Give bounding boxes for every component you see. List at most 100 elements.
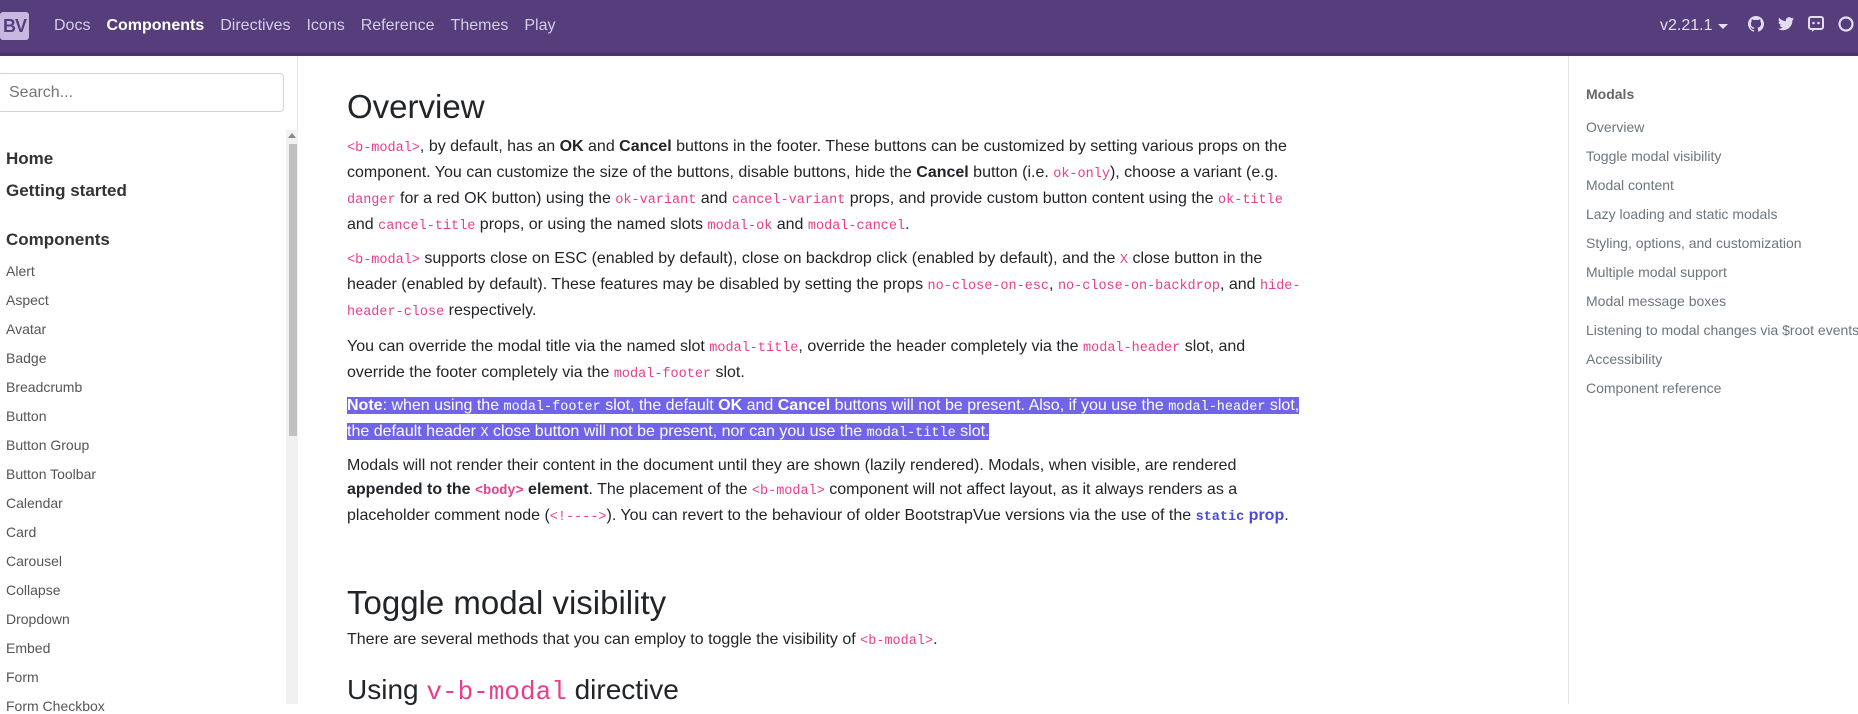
- text: and: [696, 190, 732, 207]
- text: .: [1284, 507, 1289, 524]
- sidebar-item-avatar[interactable]: Avatar: [6, 321, 46, 337]
- code-x: X: [480, 426, 489, 441]
- sidebar-section-components[interactable]: Components: [6, 230, 110, 250]
- top-navbar: BV Docs Components Directives Icons Refe…: [0, 0, 1858, 56]
- toc-item-overview[interactable]: Overview: [1586, 119, 1644, 135]
- search-input[interactable]: [0, 73, 284, 112]
- code-modal-title: modal-title: [866, 426, 956, 441]
- code-body: <body>: [475, 484, 524, 499]
- code-no-close-on-backdrop: no-close-on-backdrop: [1057, 279, 1220, 294]
- sidebar-item-form[interactable]: Form: [6, 669, 39, 685]
- sidebar-item-alert[interactable]: Alert: [6, 263, 35, 279]
- sidebar-item-aspect[interactable]: Aspect: [6, 292, 49, 308]
- toc-item-lazy-loading[interactable]: Lazy loading and static modals: [1586, 206, 1777, 222]
- text: , override the header completely via the: [798, 338, 1084, 355]
- version-toggle[interactable]: v2.21.1: [1660, 17, 1729, 35]
- code-modal-header: modal-header: [1168, 400, 1266, 415]
- discord-icon[interactable]: [1808, 16, 1824, 32]
- code-x: X: [1119, 253, 1128, 268]
- static-prop-link[interactable]: static prop: [1195, 507, 1285, 525]
- nav-link-docs[interactable]: Docs: [46, 17, 98, 35]
- text: .: [905, 216, 910, 233]
- nav-link-play[interactable]: Play: [516, 17, 563, 35]
- text: props, or using the named slots: [475, 216, 708, 233]
- nav-link-icons[interactable]: Icons: [298, 17, 352, 35]
- social-icons: [1748, 16, 1854, 32]
- text: respectively.: [444, 302, 537, 319]
- text: for a red OK button) using the: [395, 190, 616, 207]
- heading-toggle-visibility: Toggle modal visibility: [347, 584, 667, 621]
- paragraph-overview-buttons: <b-modal>, by default, has an OK and Can…: [347, 135, 1307, 239]
- toc-item-root-events[interactable]: Listening to modal changes via $root eve…: [1586, 322, 1858, 338]
- nav-link-themes[interactable]: Themes: [443, 17, 517, 35]
- text: slot, the default: [600, 397, 719, 414]
- toc-item-message-boxes[interactable]: Modal message boxes: [1586, 293, 1726, 309]
- nav-links: Docs Components Directives Icons Referen…: [46, 0, 563, 52]
- code-comment-node: <!---->: [549, 510, 607, 525]
- paragraph-toggle-methods: There are several methods that you can e…: [347, 628, 1307, 654]
- sidebar-link-home[interactable]: Home: [6, 149, 53, 169]
- left-sidebar: Home Getting started Components Alert As…: [0, 56, 298, 714]
- github-icon[interactable]: [1748, 16, 1764, 32]
- toc-item-styling[interactable]: Styling, options, and customization: [1586, 235, 1802, 251]
- sidebar-item-collapse[interactable]: Collapse: [6, 582, 60, 598]
- sidebar-item-calendar[interactable]: Calendar: [6, 495, 63, 511]
- sidebar-item-badge[interactable]: Badge: [6, 350, 46, 366]
- text: and: [772, 216, 808, 233]
- text: ), choose a variant (e.g.: [1109, 164, 1279, 181]
- code-b-modal: <b-modal>: [751, 484, 825, 499]
- bold-ok: OK: [559, 138, 584, 155]
- opencollective-icon[interactable]: [1838, 16, 1854, 32]
- sidebar-item-form-checkbox[interactable]: Form Checkbox: [6, 698, 105, 714]
- sidebar-item-breadcrumb[interactable]: Breadcrumb: [6, 379, 82, 395]
- code-static: static: [1195, 510, 1245, 525]
- code-modal-footer: modal-footer: [503, 400, 601, 415]
- code-modal-header: modal-header: [1083, 341, 1181, 356]
- sidebar-item-button-group[interactable]: Button Group: [6, 437, 89, 453]
- scroll-up-arrow-icon[interactable]: [288, 133, 296, 138]
- code-ok-only: ok-only: [1053, 167, 1110, 182]
- toc-item-component-reference[interactable]: Component reference: [1586, 380, 1721, 396]
- twitter-icon[interactable]: [1778, 17, 1794, 31]
- version-dropdown[interactable]: v2.21.1: [1660, 0, 1729, 52]
- toc-title: Modals: [1586, 86, 1635, 102]
- text: ,: [1049, 276, 1058, 293]
- text: buttons will not be present. Also, if yo…: [830, 397, 1169, 414]
- sidebar-scroll-thumb[interactable]: [289, 144, 297, 436]
- toc-item-multiple-modal[interactable]: Multiple modal support: [1586, 264, 1727, 280]
- text: Using: [347, 674, 427, 705]
- code-v-b-modal: v-b-modal: [426, 677, 567, 707]
- bootstrapvue-logo[interactable]: BV: [0, 12, 29, 40]
- paragraph-lazy-rendering: Modals will not render their content in …: [347, 454, 1307, 530]
- toc-item-modal-content[interactable]: Modal content: [1586, 177, 1674, 193]
- paragraph-note-selected: Note: when using the modal-footer slot, …: [347, 394, 1307, 446]
- text: close button will not be present, nor ca…: [488, 423, 867, 440]
- sidebar-item-carousel[interactable]: Carousel: [6, 553, 62, 569]
- text: Modals will not render their content in …: [347, 457, 1237, 474]
- nav-link-reference[interactable]: Reference: [353, 17, 443, 35]
- nav-link-components[interactable]: Components: [98, 17, 212, 35]
- text: and: [742, 397, 778, 414]
- nav-link-directives[interactable]: Directives: [212, 17, 298, 35]
- text: , and: [1219, 276, 1260, 293]
- sidebar-item-button[interactable]: Button: [6, 408, 46, 424]
- text: and: [583, 138, 620, 155]
- sidebar-item-embed[interactable]: Embed: [6, 640, 50, 656]
- paragraph-close-behaviour: <b-modal> supports close on ESC (enabled…: [347, 247, 1307, 325]
- code-modal-footer: modal-footer: [613, 367, 712, 382]
- selected-text: Note: when using the modal-footer slot, …: [347, 397, 1300, 441]
- toc-item-accessibility[interactable]: Accessibility: [1586, 351, 1662, 367]
- text: , by default, has an: [419, 138, 560, 155]
- bold-ok: OK: [718, 397, 743, 414]
- text: There are several methods that you can e…: [347, 631, 861, 648]
- bold-cancel: Cancel: [777, 397, 831, 414]
- code-b-modal: <b-modal>: [347, 253, 420, 268]
- text: You can override the modal title via the…: [347, 338, 710, 355]
- sidebar-link-getting-started[interactable]: Getting started: [6, 181, 127, 201]
- code-danger: danger: [347, 193, 396, 208]
- sidebar-item-dropdown[interactable]: Dropdown: [6, 611, 70, 627]
- toc-item-toggle-visibility[interactable]: Toggle modal visibility: [1586, 148, 1721, 164]
- sidebar-item-card[interactable]: Card: [6, 524, 36, 540]
- text: .: [933, 631, 938, 648]
- sidebar-item-button-toolbar[interactable]: Button Toolbar: [6, 466, 96, 482]
